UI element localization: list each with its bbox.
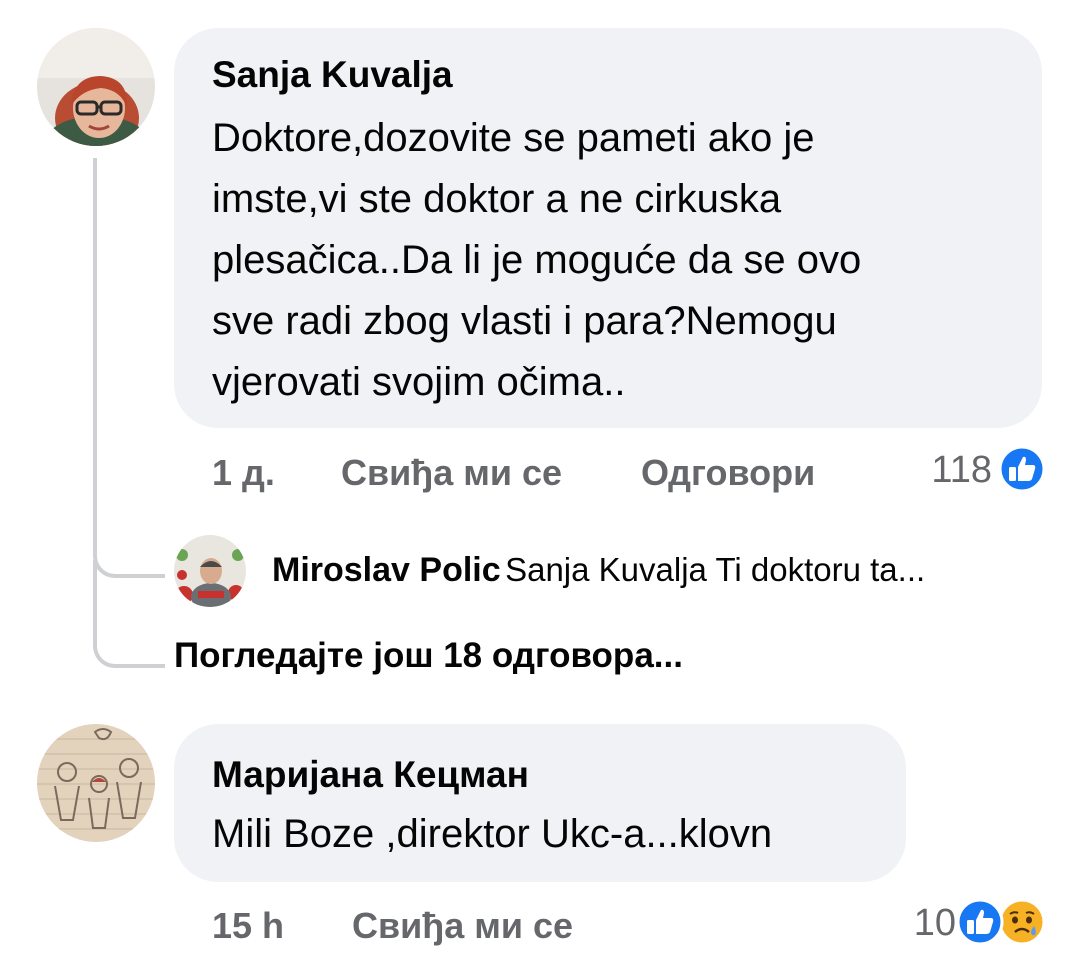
- avatar[interactable]: [37, 724, 155, 842]
- thread-line: [93, 158, 165, 578]
- like-icon: [956, 898, 1004, 946]
- like-button[interactable]: Свиђа ми се: [352, 905, 573, 947]
- like-icon: [998, 445, 1046, 493]
- view-more-replies-link[interactable]: Погледајте још 18 одговора...: [174, 636, 683, 676]
- comment-text-line: sve radi zbog vlasti i para?Nemogu: [212, 299, 837, 343]
- reply-button[interactable]: Одговори: [641, 452, 815, 494]
- comment-text: Mili Boze ,direktor Ukc-a...klovn: [212, 804, 772, 865]
- reply-author[interactable]: Miroslav Polic: [272, 551, 501, 589]
- comment-timestamp[interactable]: 15 h: [212, 905, 284, 947]
- comment-text-line: vjerovati svojim očima..: [212, 360, 626, 404]
- reaction-summary[interactable]: 10: [870, 896, 1046, 948]
- comment-bubble[interactable]: Маријана Кецман Mili Boze ,direktor Ukc-…: [174, 724, 906, 882]
- comment-text-line: Mili Boze ,direktor Ukc-a...klovn: [212, 812, 773, 856]
- like-button[interactable]: Свиђа ми се: [341, 452, 562, 494]
- comment-author[interactable]: Sanja Kuvalja: [212, 54, 453, 96]
- avatar-drawing: [37, 724, 155, 842]
- reply-avatar-photo: [174, 535, 246, 607]
- comment-text: Doktore,dozovite se pameti ako je imste,…: [212, 108, 1032, 413]
- comment-text-line: plesačica..Da li je moguće da se ovo: [212, 238, 862, 282]
- comment-bubble[interactable]: Sanja Kuvalja Doktore,dozovite se pameti…: [174, 28, 1042, 428]
- reply-snippet: Sanja Kuvalja Ti doktoru ta...: [505, 551, 926, 588]
- reply-preview[interactable]: Miroslav Polic Sanja Kuvalja Ti doktoru …: [272, 551, 1062, 590]
- reply-avatar[interactable]: [174, 535, 246, 607]
- comment-text-line: imste,vi ste doktor a ne cirkuska: [212, 177, 782, 221]
- avatar[interactable]: [37, 28, 155, 146]
- thread-line: [93, 560, 165, 668]
- sad-icon: [998, 898, 1046, 946]
- comment-timestamp[interactable]: 1 д.: [212, 452, 275, 494]
- avatar-photo: [37, 28, 155, 146]
- reaction-count: 10: [913, 902, 956, 944]
- reaction-count: 118: [931, 449, 992, 491]
- comment-author[interactable]: Маријана Кецман: [212, 754, 529, 796]
- reaction-summary[interactable]: 118: [900, 444, 1046, 496]
- comment-text-line: Doktore,dozovite se pameti ako je: [212, 116, 815, 160]
